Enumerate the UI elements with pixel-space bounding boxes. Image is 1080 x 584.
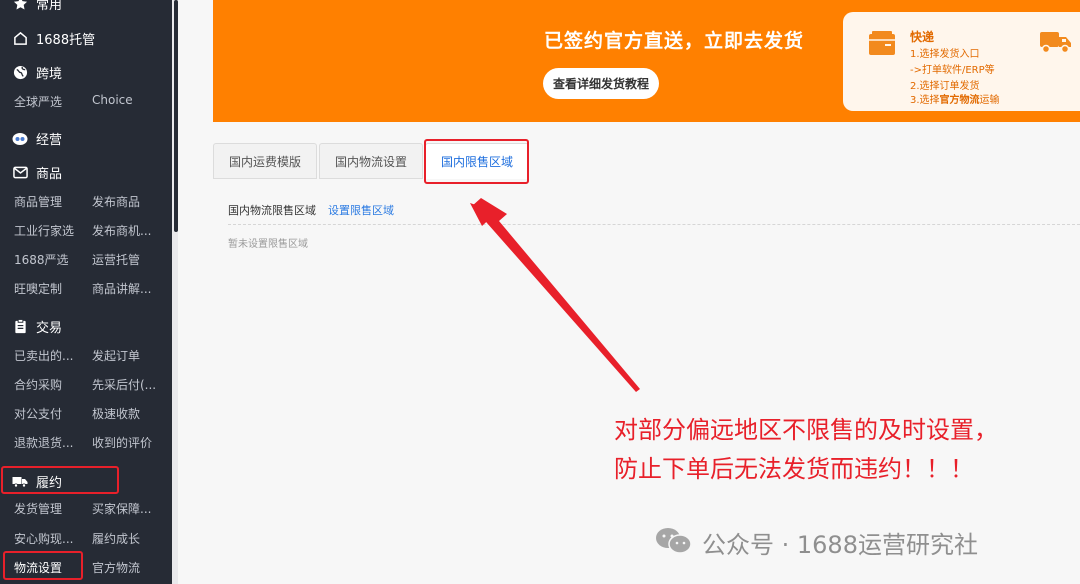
annotation-line-1: 对部分偏远地区不限售的及时设置， xyxy=(614,416,998,444)
wechat-icon xyxy=(654,527,694,559)
annotation-line-2: 防止下单后无法发货而违约！！！ xyxy=(614,455,974,483)
annotation-arrow xyxy=(470,198,640,392)
watermark-text: 公众号 · 1688运营研究社 xyxy=(702,531,978,559)
